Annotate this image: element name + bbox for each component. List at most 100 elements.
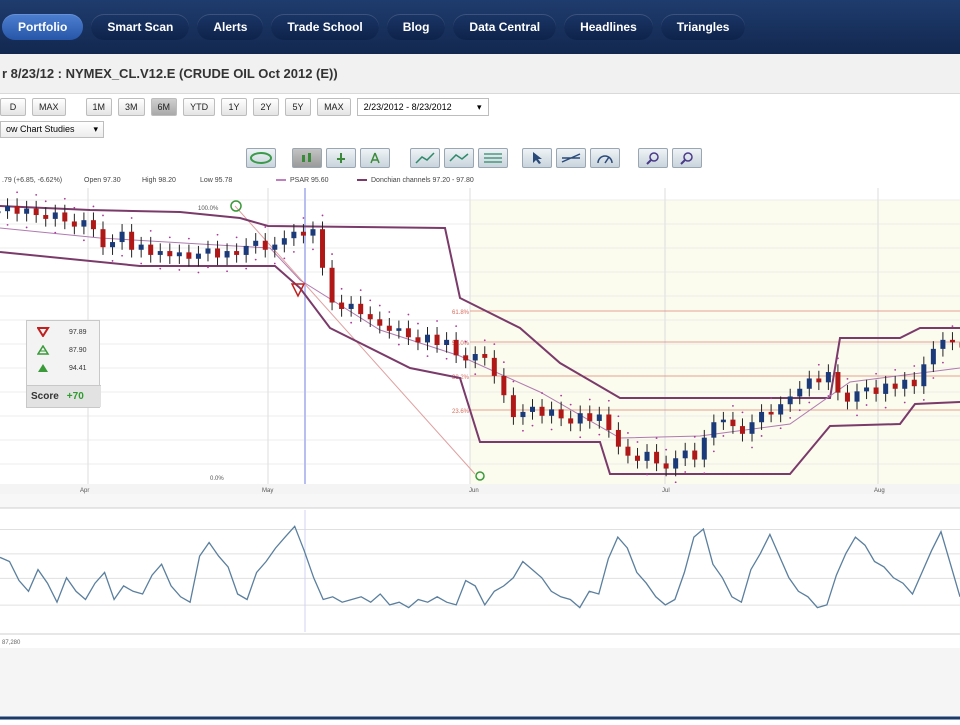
psar-dot [45, 200, 47, 202]
candle-body [444, 340, 449, 345]
candle-body [0, 211, 1, 213]
candle-body [616, 430, 621, 447]
candle-body [186, 252, 191, 258]
candle-body [225, 251, 230, 257]
nav-trade-school[interactable]: Trade School [271, 14, 378, 40]
candle-body [167, 251, 172, 256]
score-row-resistance: 97.89 [27, 325, 101, 339]
psar-dot [131, 217, 133, 219]
candle-body [100, 229, 105, 247]
tool-toolbar [522, 148, 620, 170]
range-button-1m[interactable]: 1M [86, 98, 113, 116]
psar-dot [885, 407, 887, 409]
candle-body [587, 413, 592, 421]
trend-line-icon[interactable] [410, 148, 440, 168]
range-button-6m[interactable]: 6M [151, 98, 178, 116]
fib-top-label: 100.0% [198, 206, 219, 212]
nav-headlines[interactable]: Headlines [564, 14, 653, 40]
psar-dot [121, 255, 123, 257]
psar-dot [675, 481, 677, 483]
range-button-ytd[interactable]: YTD [183, 98, 215, 116]
pointer-icon[interactable] [522, 148, 552, 168]
channel-icon[interactable] [444, 148, 474, 168]
psar-dot [408, 314, 410, 316]
chart-title: r 8/23/12 : NYMEX_CL.V12.E (CRUDE OIL Oc… [2, 66, 338, 81]
candle-body [950, 340, 955, 343]
psar-dot [722, 435, 724, 437]
gauge-icon[interactable] [590, 148, 620, 168]
nav-alerts[interactable]: Alerts [197, 14, 263, 40]
candle-body [482, 354, 487, 358]
psar-dot [780, 427, 782, 429]
candle-body [43, 215, 48, 219]
chart-area[interactable]: 61.8%50.0%38.2%23.6%100.0%0.0%AprMayJunJ… [0, 188, 960, 720]
drawing-toolbar [246, 148, 276, 170]
nav-smart-scan[interactable]: Smart Scan [91, 14, 189, 40]
psar-dot [331, 253, 333, 255]
range-button-2y[interactable]: 2Y [253, 98, 279, 116]
candle-body [253, 241, 258, 246]
nav-blog[interactable]: Blog [387, 14, 446, 40]
candle-body [730, 420, 735, 426]
psar-dot [312, 248, 314, 250]
month-axis-label: Jul [662, 488, 670, 494]
psar-dot [274, 263, 276, 265]
nav-triangles[interactable]: Triangles [661, 14, 746, 40]
legend-donchian: Donchian channels 97.20 - 97.80 [357, 177, 474, 184]
line-chart-icon[interactable] [360, 148, 390, 168]
psar-dot [54, 232, 56, 234]
zoom-in-icon[interactable] [638, 148, 668, 168]
nav-portfolio[interactable]: Portfolio [2, 14, 83, 40]
psar-dot [513, 381, 515, 383]
range-left-button-1[interactable]: MAX [32, 98, 66, 116]
candle-body [692, 451, 697, 460]
candle-body [139, 245, 144, 250]
chart-studies-select-label: ow Chart Studies [6, 124, 75, 134]
psar-dot [73, 207, 75, 209]
month-axis-label: Aug [874, 488, 885, 494]
candle-body [816, 378, 821, 382]
psar-dot [894, 369, 896, 371]
nav-data-central[interactable]: Data Central [453, 14, 556, 40]
psar-dot [93, 206, 95, 208]
range-button-5y[interactable]: 5Y [285, 98, 311, 116]
candle-body [520, 412, 525, 417]
range-button-max[interactable]: MAX [317, 98, 351, 116]
candlestick-chart-icon[interactable] [292, 148, 322, 168]
candle-body [788, 396, 793, 404]
range-button-1y[interactable]: 1Y [221, 98, 247, 116]
fibonacci-icon[interactable] [478, 148, 508, 168]
ohlc-chart-icon[interactable] [326, 148, 356, 168]
psar-dot [551, 429, 553, 431]
candle-body [15, 206, 20, 214]
candle-body [883, 384, 888, 394]
zoom-out-icon[interactable] [672, 148, 702, 168]
candle-body [501, 376, 506, 395]
score-footer: Score +70 [27, 385, 101, 407]
range-left-button-0[interactable]: D [0, 98, 26, 116]
draw-lines-icon[interactable] [556, 148, 586, 168]
score-row-pivot: 87.90 [27, 343, 101, 357]
candle-body [120, 232, 125, 242]
candle-body [568, 418, 573, 423]
panel-separator [0, 494, 960, 508]
date-range-select[interactable]: 2/23/2012 - 8/23/2012▾ [357, 98, 489, 116]
candle-body [921, 364, 926, 386]
psar-dot [560, 395, 562, 397]
indicator-toolbar [410, 148, 508, 170]
psar-dot [341, 288, 343, 290]
psar-dot [856, 414, 858, 416]
candle-body [406, 328, 411, 337]
psar-dot [398, 344, 400, 346]
psar-dot [742, 411, 744, 413]
psar-dot [808, 402, 810, 404]
candle-body [530, 407, 535, 412]
psar-dot [465, 341, 467, 343]
psar-dot [474, 373, 476, 375]
month-axis-label: May [262, 488, 273, 494]
range-button-3m[interactable]: 3M [118, 98, 145, 116]
chart-studies-select[interactable]: ow Chart Studies ▾ [0, 121, 104, 138]
chart-type-icon[interactable] [246, 148, 276, 168]
psar-dot [646, 474, 648, 476]
candle-body [673, 458, 678, 468]
